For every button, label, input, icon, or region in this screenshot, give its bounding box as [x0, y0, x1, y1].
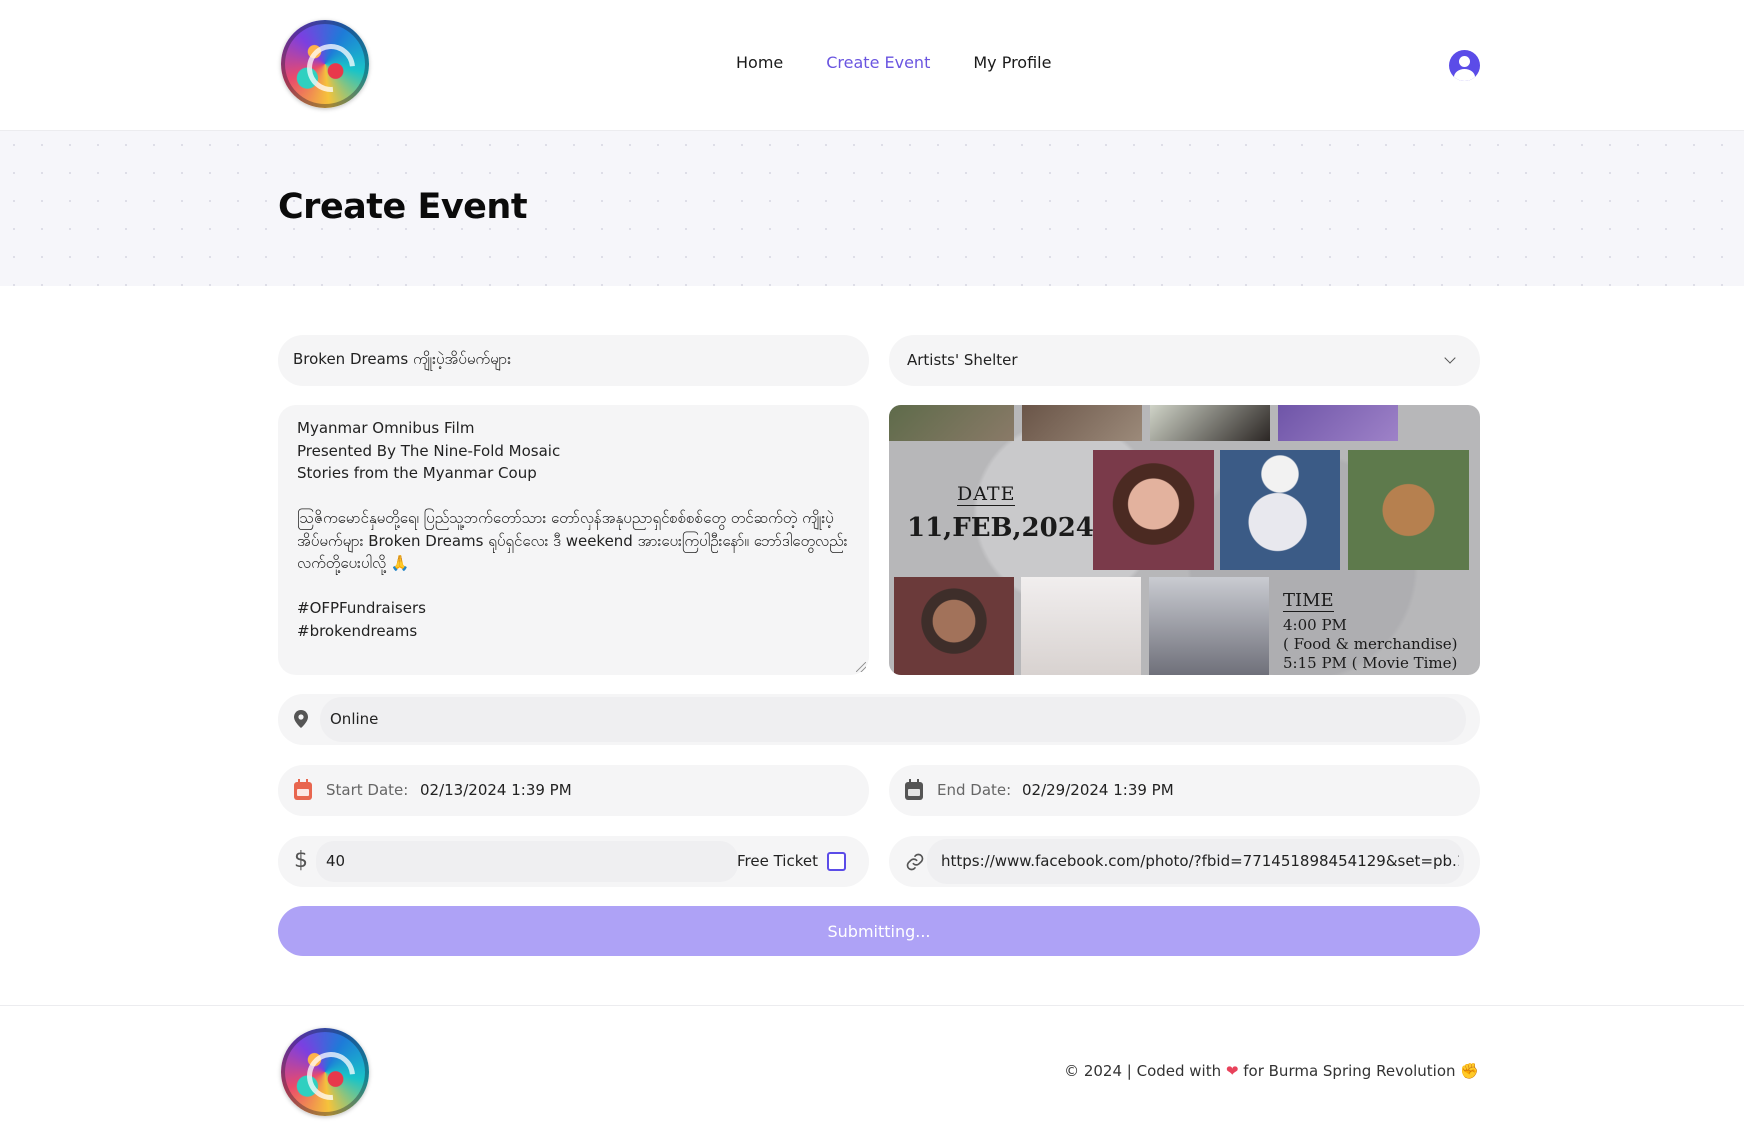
user-avatar-icon[interactable] [1449, 50, 1480, 81]
location-input[interactable] [320, 697, 1466, 742]
free-ticket-checkbox[interactable] [827, 852, 846, 871]
copyright-prefix: © 2024 | Coded with [1064, 1062, 1222, 1080]
calendar-icon [294, 779, 312, 800]
map-pin-icon [294, 710, 308, 728]
page-header: Create Event [0, 131, 1744, 286]
description-value: Myanmar Omnibus Film Presented By The Ni… [297, 419, 848, 640]
poster-photo [1278, 405, 1398, 441]
organizer-select[interactable]: Artists' Shelter [889, 335, 1480, 386]
site-logo[interactable] [281, 20, 369, 108]
event-title-value: Broken Dreams ကျိုးပဲ့အိပ်မက်များ [293, 350, 512, 368]
start-date-label: Start Date: [326, 781, 409, 799]
header: Home Create Event My Profile [0, 0, 1744, 131]
chevron-down-icon [1444, 352, 1456, 364]
poster-photo [1220, 450, 1340, 570]
end-date-label: End Date: [937, 781, 1012, 799]
footer: © 2024 | Coded with ❤ for Burma Spring R… [0, 1005, 1744, 1137]
submit-button[interactable]: Submitting... [278, 906, 1480, 956]
poster-photo [1022, 405, 1142, 441]
event-poster-image: DATE 11,FEB,2024 TIME 4:00 PM ( Food & m… [889, 405, 1480, 675]
poster-photo [1021, 577, 1141, 675]
start-date-field[interactable]: Start Date: 02/13/2024 1:39 PM [278, 765, 869, 816]
end-date-field[interactable]: End Date: 02/29/2024 1:39 PM [889, 765, 1480, 816]
main-nav: Home Create Event My Profile [736, 53, 1051, 72]
poster-photo [1093, 450, 1214, 570]
poster-photo [1348, 450, 1469, 570]
poster-photo [889, 405, 1014, 441]
calendar-icon [905, 779, 923, 800]
page-title: Create Event [278, 187, 528, 227]
poster-time-label: TIME [1283, 590, 1334, 612]
link-field: https://www.facebook.com/photo/?fbid=771… [889, 836, 1480, 887]
free-ticket-label: Free Ticket [737, 852, 818, 870]
nav-create-event[interactable]: Create Event [826, 53, 930, 72]
price-input[interactable] [316, 841, 738, 882]
copyright-suffix: for Burma Spring Revolution [1243, 1062, 1456, 1080]
poster-photo [1150, 405, 1270, 441]
nav-home[interactable]: Home [736, 53, 783, 72]
poster-date: 11,FEB,2024 [907, 513, 1094, 543]
poster-photo [894, 577, 1014, 675]
location-field: Online [278, 694, 1480, 745]
start-date-value: 02/13/2024 1:39 PM [420, 781, 572, 799]
poster-date-label: DATE [957, 483, 1016, 506]
nav-my-profile[interactable]: My Profile [973, 53, 1051, 72]
link-value: https://www.facebook.com/photo/?fbid=771… [941, 852, 1459, 870]
poster-photo [1149, 577, 1269, 675]
end-date-value: 02/29/2024 1:39 PM [1022, 781, 1174, 799]
price-field: $ 40 Free Ticket [278, 836, 869, 887]
event-title-input[interactable]: Broken Dreams ကျိုးပဲ့အိပ်မက်များ [278, 335, 869, 386]
raised-fist-icon: ✊ [1460, 1062, 1479, 1080]
organizer-selected-value: Artists' Shelter [907, 351, 1018, 369]
resize-handle-icon[interactable] [856, 662, 866, 672]
dollar-icon: $ [294, 848, 308, 873]
location-value: Online [330, 710, 379, 728]
poster-time-lines: 4:00 PM ( Food & merchandise) 5:15 PM ( … [1283, 616, 1458, 672]
link-icon [906, 853, 924, 871]
heart-icon: ❤ [1225, 1062, 1239, 1080]
description-textarea[interactable]: Myanmar Omnibus Film Presented By The Ni… [278, 405, 869, 675]
copyright-text: © 2024 | Coded with ❤ for Burma Spring R… [1064, 1062, 1479, 1080]
price-value: 40 [326, 852, 346, 870]
footer-logo[interactable] [281, 1028, 369, 1116]
